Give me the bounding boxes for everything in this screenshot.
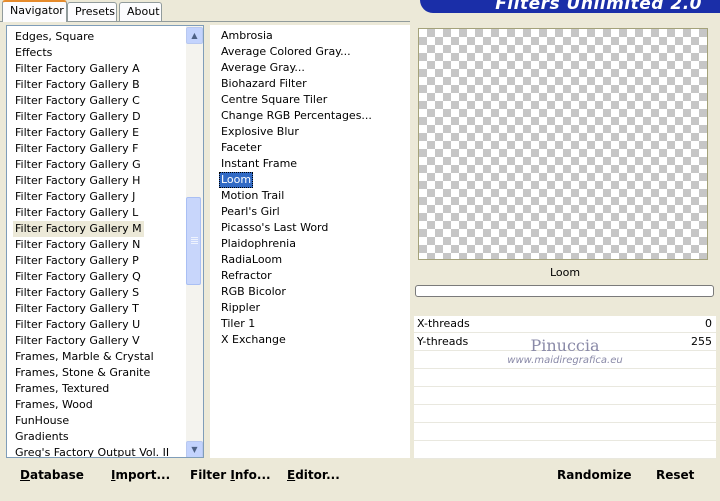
editor-button[interactable]: Editor... xyxy=(287,468,340,482)
param-label: X-threads xyxy=(417,317,470,330)
category-item[interactable]: Filter Factory Gallery G xyxy=(13,157,143,173)
up-arrow-icon: ▲ xyxy=(191,31,198,40)
filter-item[interactable]: X Exchange xyxy=(219,332,288,348)
category-item[interactable]: Filter Factory Gallery F xyxy=(13,141,140,157)
param-row-empty xyxy=(414,406,716,423)
filter-item[interactable]: Tiler 1 xyxy=(219,316,257,332)
filter-item[interactable]: Ambrosia xyxy=(219,28,275,44)
category-item[interactable]: Filter Factory Gallery N xyxy=(13,237,142,253)
tab-about[interactable]: About xyxy=(119,2,162,21)
category-item[interactable]: Filter Factory Gallery S xyxy=(13,285,141,301)
category-item[interactable]: Frames, Stone & Granite xyxy=(13,365,152,381)
preview-canvas xyxy=(418,28,708,260)
selected-filter-name: Loom xyxy=(549,266,581,279)
param-row-empty xyxy=(414,370,716,387)
category-item[interactable]: Filter Factory Gallery V xyxy=(13,333,142,349)
category-item[interactable]: Gradients xyxy=(13,429,71,445)
category-item[interactable]: Filter Factory Gallery H xyxy=(13,173,142,189)
scroll-down-button[interactable]: ▼ xyxy=(186,441,203,457)
filter-item[interactable]: Plaidophrenia xyxy=(219,236,298,252)
reset-button[interactable]: Reset xyxy=(656,468,694,482)
category-item[interactable]: Edges, Square xyxy=(13,29,96,45)
category-item[interactable]: Filter Factory Gallery P xyxy=(13,253,141,269)
param-row-empty xyxy=(414,424,716,441)
filter-item[interactable]: Refractor xyxy=(219,268,274,284)
watermark: Pinuccia www.maidiregrafica.eu xyxy=(480,337,650,367)
randomize-button[interactable]: Randomize xyxy=(557,468,631,482)
tab-presets[interactable]: Presets xyxy=(67,2,117,21)
import-button[interactable]: Import... xyxy=(111,468,170,482)
category-item[interactable]: Frames, Wood xyxy=(13,397,95,413)
database-button[interactable]: Database xyxy=(20,468,84,482)
category-item[interactable]: Filter Factory Gallery E xyxy=(13,125,141,141)
scroll-up-button[interactable]: ▲ xyxy=(186,27,203,44)
filter-item[interactable]: RadiaLoom xyxy=(219,252,284,268)
down-arrow-icon: ▼ xyxy=(191,445,198,454)
category-list[interactable]: Edges, Square Effects Filter Factory Galle… xyxy=(6,25,204,458)
filter-list[interactable]: Ambrosia Average Colored Gray... Average G… xyxy=(210,25,410,458)
category-item[interactable]: Filter Factory Gallery Q xyxy=(13,269,143,285)
progress-bar xyxy=(415,285,714,297)
filter-item[interactable]: Biohazard Filter xyxy=(219,76,309,92)
category-item[interactable]: Filter Factory Gallery M xyxy=(13,221,144,237)
title-banner: Filters Unlimited 2.0 xyxy=(420,0,720,13)
category-scrollbar[interactable]: ▲ ▼ xyxy=(186,26,203,457)
scroll-thumb[interactable] xyxy=(186,197,201,285)
watermark-url: www.maidiregrafica.eu xyxy=(507,355,623,366)
filter-item[interactable]: Pearl's Girl xyxy=(219,204,282,220)
category-item[interactable]: Frames, Textured xyxy=(13,381,111,397)
param-label: Y-threads xyxy=(417,335,469,348)
filter-item[interactable]: Faceter xyxy=(219,140,263,156)
category-item[interactable]: Filter Factory Gallery T xyxy=(13,301,141,317)
filter-item[interactable]: Change RGB Percentages... xyxy=(219,108,374,124)
filter-item[interactable]: Loom xyxy=(219,172,254,188)
category-item[interactable]: Greg's Factory Output Vol. II xyxy=(13,445,171,457)
filter-item[interactable]: Motion Trail xyxy=(219,188,286,204)
category-item[interactable]: Filter Factory Gallery J xyxy=(13,189,137,205)
category-item[interactable]: Filter Factory Gallery U xyxy=(13,317,142,333)
app-title: Filters Unlimited 2.0 xyxy=(495,0,702,13)
filter-item[interactable]: Explosive Blur xyxy=(219,124,301,140)
param-value[interactable]: 0 xyxy=(705,317,712,330)
filter-item[interactable]: Centre Square Tiler xyxy=(219,92,329,108)
category-item[interactable]: Filter Factory Gallery A xyxy=(13,61,142,77)
filter-item[interactable]: Average Colored Gray... xyxy=(219,44,353,60)
category-item[interactable]: Effects xyxy=(13,45,54,61)
category-item[interactable]: Filter Factory Gallery D xyxy=(13,109,143,125)
filter-item[interactable]: Rippler xyxy=(219,300,262,316)
category-item[interactable]: FunHouse xyxy=(13,413,71,429)
category-item[interactable]: Filter Factory Gallery L xyxy=(13,205,140,221)
param-row-empty xyxy=(414,388,716,405)
tab-navigator[interactable]: Navigator xyxy=(2,0,67,22)
category-item[interactable]: Frames, Marble & Crystal xyxy=(13,349,156,365)
filter-item[interactable]: Instant Frame xyxy=(219,156,299,172)
param-row-empty xyxy=(414,442,716,459)
category-item[interactable]: Filter Factory Gallery C xyxy=(13,93,142,109)
category-item[interactable]: Filter Factory Gallery B xyxy=(13,77,142,93)
param-row-x-threads[interactable]: X-threads 0 xyxy=(414,316,716,333)
filter-item[interactable]: Average Gray... xyxy=(219,60,307,76)
watermark-name: Pinuccia xyxy=(530,336,600,355)
filter-info-button[interactable]: Filter Info... xyxy=(190,468,271,482)
filter-item[interactable]: RGB Bicolor xyxy=(219,284,288,300)
filter-item[interactable]: Picasso's Last Word xyxy=(219,220,330,236)
param-value[interactable]: 255 xyxy=(691,335,712,348)
